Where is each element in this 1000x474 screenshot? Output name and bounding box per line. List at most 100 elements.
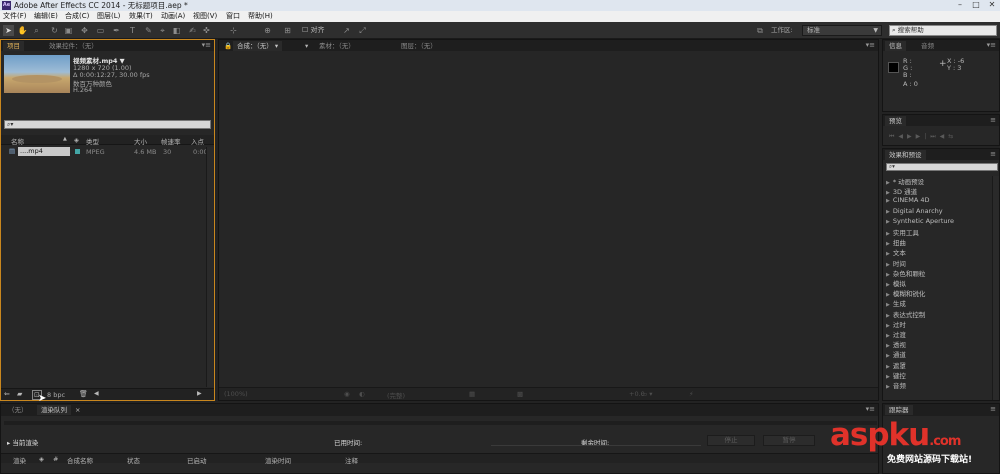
effects-category-item[interactable]: ▶ 文本: [886, 247, 906, 257]
effects-category-item[interactable]: ▶ 键控: [886, 370, 906, 380]
tab-render-queue[interactable]: 渲染队列: [37, 405, 71, 415]
effects-category-item[interactable]: ▶ Digital Anarchy: [886, 207, 943, 215]
panel-menu-icon[interactable]: ≡: [990, 115, 996, 126]
rotate-tool-icon[interactable]: ↻: [49, 25, 60, 36]
effects-category-item[interactable]: ▶ 表达式控制: [886, 309, 925, 319]
effects-category-item[interactable]: ▶ 模糊和锐化: [886, 288, 925, 298]
effects-category-item[interactable]: ▶ 扭曲: [886, 237, 906, 247]
menu-layer[interactable]: 图层(L): [97, 11, 120, 22]
effects-category-item[interactable]: ▶ 3D 通道: [886, 186, 917, 196]
panel-menu-icon[interactable]: ▾≡: [987, 40, 996, 51]
expand-icon[interactable]: ⤢: [357, 25, 368, 36]
effects-category-item[interactable]: ▶ 音频: [886, 380, 906, 390]
column-number[interactable]: #: [53, 455, 58, 463]
interpret-footage-icon[interactable]: ⇐: [4, 390, 10, 398]
column-name[interactable]: 名称: [11, 136, 24, 146]
camera-tool-icon[interactable]: ▣: [63, 25, 74, 36]
resolution-select[interactable]: (完整): [387, 390, 405, 400]
column-render-time[interactable]: 渲染时间: [265, 455, 291, 465]
world-axis-icon[interactable]: ⊕: [262, 25, 273, 36]
effects-category-item[interactable]: ▶ 实用工具: [886, 227, 919, 237]
project-search-input[interactable]: ⌕▾: [4, 120, 211, 129]
close-tab-icon[interactable]: ▾: [305, 41, 308, 51]
effects-category-item[interactable]: ▶ 时间: [886, 258, 906, 268]
sort-up-icon[interactable]: ▲: [63, 136, 67, 142]
menu-edit[interactable]: 编辑(E): [34, 11, 58, 22]
layout-icon[interactable]: ⧉: [753, 25, 767, 36]
roto-brush-tool-icon[interactable]: ✍: [187, 25, 198, 36]
effects-category-item[interactable]: ▶ 透视: [886, 339, 906, 349]
trash-icon[interactable]: 🗑: [79, 390, 88, 398]
column-type[interactable]: 类型: [86, 136, 99, 146]
menu-composition[interactable]: 合成(C): [65, 11, 89, 22]
close-tab-icon[interactable]: ×: [75, 406, 80, 414]
transparency-grid-icon[interactable]: ▩: [517, 390, 523, 398]
label-column-icon[interactable]: ◈: [39, 455, 44, 463]
effects-category-item[interactable]: ▶ 杂色和颗粒: [886, 268, 925, 278]
effects-category-item[interactable]: ▶ 过渡: [886, 329, 906, 339]
camera-snapshot-icon[interactable]: ◉: [344, 390, 350, 398]
panel-menu-icon[interactable]: ▾≡: [866, 404, 875, 415]
pen-tool-icon[interactable]: ✒: [111, 25, 122, 36]
tab-audio[interactable]: 音频: [917, 41, 938, 51]
close-button[interactable]: ✕: [984, 0, 1000, 10]
menu-help[interactable]: 帮助(H): [248, 11, 273, 22]
maximize-button[interactable]: □: [968, 0, 984, 10]
tab-footage[interactable]: 素材：（无）: [315, 41, 359, 51]
scroll-left-icon[interactable]: ◀: [94, 390, 99, 397]
search-help-input[interactable]: ⌕ 搜索帮助: [889, 25, 997, 36]
effects-category-item[interactable]: ▶ Synthetic Aperture: [886, 217, 954, 225]
column-comment[interactable]: 注释: [345, 455, 358, 465]
tab-info[interactable]: 信息: [885, 41, 906, 51]
column-started[interactable]: 已启动: [187, 455, 207, 465]
effects-search-input[interactable]: ⌕▾: [886, 163, 998, 171]
column-render[interactable]: 渲染: [13, 455, 26, 465]
text-tool-icon[interactable]: T: [127, 25, 138, 36]
effects-category-item[interactable]: ▶ 通道: [886, 349, 906, 359]
pan-behind-tool-icon[interactable]: ✥: [79, 25, 90, 36]
effects-category-item[interactable]: ▶ CINEMA 4D: [886, 196, 930, 204]
table-row[interactable]: ▤ ....mp4 MPEG 4.6 MB 30 0:00: [1, 147, 208, 156]
scroll-right-icon[interactable]: ▶: [197, 390, 202, 397]
magnification-select[interactable]: (100%): [224, 390, 248, 398]
clone-stamp-tool-icon[interactable]: ⌖: [157, 25, 168, 36]
project-scrollbar[interactable]: [206, 147, 213, 387]
viewer-canvas[interactable]: [219, 51, 878, 387]
effects-category-item[interactable]: ▶ 生成: [886, 298, 906, 308]
exposure-value[interactable]: +0.0: [629, 390, 645, 398]
tab-project[interactable]: 项目: [3, 41, 24, 51]
pause-button[interactable]: 暂停: [763, 435, 815, 446]
row-name[interactable]: ....mp4: [18, 147, 70, 156]
panel-menu-icon[interactable]: ≡: [990, 404, 996, 415]
hand-tool-icon[interactable]: ✋: [17, 25, 28, 36]
menu-window[interactable]: 窗口: [226, 11, 240, 22]
menu-effect[interactable]: 效果(T): [129, 11, 153, 22]
column-frame-rate[interactable]: 帧速率: [161, 136, 181, 146]
effects-category-item[interactable]: ▶ 过时: [886, 319, 906, 329]
minimize-button[interactable]: –: [952, 0, 968, 10]
effects-category-item[interactable]: ▶ 遮罩: [886, 360, 906, 370]
panel-menu-icon[interactable]: ▾≡: [202, 40, 211, 51]
local-axis-icon[interactable]: ⊹: [228, 25, 239, 36]
column-status[interactable]: 状态: [127, 455, 140, 465]
fast-preview-icon[interactable]: ⚡: [689, 390, 694, 398]
selection-tool-icon[interactable]: ➤: [3, 25, 14, 36]
tab-tracker[interactable]: 跟踪器: [885, 405, 913, 415]
current-render-toggle[interactable]: ▸ 当前渲染: [7, 437, 38, 447]
tab-timeline-none[interactable]: （无）: [4, 405, 32, 415]
puppet-tool-icon[interactable]: ✜: [201, 25, 212, 36]
tab-effect-controls[interactable]: 效果控件：（无）: [45, 41, 102, 51]
eraser-tool-icon[interactable]: ◧: [171, 25, 182, 36]
workspace-select[interactable]: 标准 ▼: [802, 25, 882, 36]
panel-menu-icon[interactable]: ▾≡: [866, 40, 875, 51]
column-size[interactable]: 大小: [134, 136, 147, 146]
tab-composition[interactable]: 合成：（无） ▾: [233, 41, 283, 51]
column-comp-name[interactable]: 合成名称: [67, 455, 93, 465]
effects-category-item[interactable]: ▶ 模拟: [886, 278, 906, 288]
menu-view[interactable]: 视图(V): [193, 11, 217, 22]
effects-category-item[interactable]: ▶ * 动画预设: [886, 176, 924, 186]
rectangle-tool-icon[interactable]: ▭: [95, 25, 106, 36]
stop-button[interactable]: 停止: [707, 435, 755, 446]
panel-menu-icon[interactable]: ≡: [990, 149, 996, 160]
new-folder-icon[interactable]: ▰: [17, 390, 22, 398]
